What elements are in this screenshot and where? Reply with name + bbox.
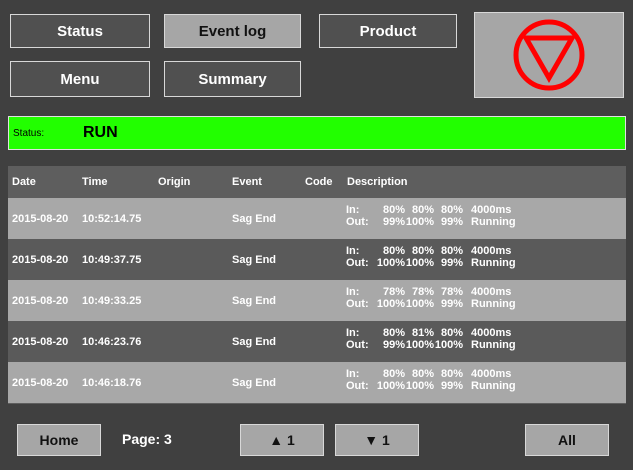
in-phase-1: 80% [382, 368, 405, 380]
row-date: 2015-08-20 [12, 376, 69, 389]
in-duration: 4000ms [471, 368, 512, 380]
in-phase-2: 80% [411, 245, 434, 257]
in-label: In: [346, 245, 360, 257]
out-label: Out: [346, 298, 369, 310]
out-phase-2: 100% [405, 257, 434, 269]
out-phase-2: 100% [405, 339, 434, 351]
in-label: In: [346, 286, 360, 298]
in-duration: 4000ms [471, 245, 512, 257]
out-state: Running [471, 339, 516, 351]
out-state: Running [471, 380, 516, 392]
in-duration: 4000ms [471, 286, 512, 298]
out-phase-2: 100% [405, 380, 434, 392]
stop-triangle-icon [513, 19, 585, 91]
in-label: In: [346, 368, 360, 380]
header-description: Description [347, 176, 408, 188]
row-event: Sag End [232, 212, 277, 225]
row-time: 10:46:18.76 [82, 376, 142, 389]
status-value: RUN [83, 124, 118, 141]
in-duration: 4000ms [471, 327, 512, 339]
table-row[interactable]: 2015-08-20 10:46:18.76 Sag End In: 80% 8… [8, 362, 626, 403]
out-state: Running [471, 216, 516, 228]
out-label: Out: [346, 380, 369, 392]
header-event: Event [232, 176, 262, 188]
page-indicator: Page: 3 [122, 431, 172, 447]
product-button[interactable]: Product [319, 14, 457, 48]
row-date: 2015-08-20 [12, 335, 69, 348]
in-phase-2: 80% [411, 204, 434, 216]
all-button[interactable]: All [525, 424, 609, 456]
out-label: Out: [346, 339, 369, 351]
in-label: In: [346, 327, 360, 339]
table-row[interactable]: 2015-08-20 10:52:14.75 Sag End In: 80% 8… [8, 198, 626, 239]
table-header: Date Time Origin Event Code Description [8, 166, 626, 198]
in-phase-3: 80% [440, 245, 463, 257]
header-time: Time [82, 176, 108, 188]
in-phase-1: 80% [382, 245, 405, 257]
out-phase-2: 100% [405, 298, 434, 310]
row-description: In: 80% 80% 80% 4000ms Out: 100% 100% 99… [346, 245, 541, 269]
status-button[interactable]: Status [10, 14, 150, 48]
menu-button[interactable]: Menu [10, 61, 150, 97]
row-date: 2015-08-20 [12, 294, 69, 307]
out-state: Running [471, 298, 516, 310]
row-event: Sag End [232, 253, 277, 266]
status-bar: Status: RUN [8, 116, 626, 150]
row-description: In: 80% 80% 80% 4000ms Out: 99% 100% 99%… [346, 204, 541, 228]
out-phase-3: 99% [440, 298, 463, 310]
in-phase-3: 80% [440, 368, 463, 380]
in-phase-3: 80% [440, 327, 463, 339]
out-phase-1: 99% [382, 216, 405, 228]
in-phase-2: 78% [411, 286, 434, 298]
in-phase-3: 80% [440, 204, 463, 216]
row-time: 10:46:23.76 [82, 335, 142, 348]
event-table: Date Time Origin Event Code Description … [8, 166, 626, 404]
row-event: Sag End [232, 376, 277, 389]
stop-button[interactable] [474, 12, 624, 98]
out-label: Out: [346, 257, 369, 269]
row-event: Sag End [232, 335, 277, 348]
row-event: Sag End [232, 294, 277, 307]
row-date: 2015-08-20 [12, 253, 69, 266]
event-log-button[interactable]: Event log [164, 14, 301, 48]
in-phase-2: 80% [411, 368, 434, 380]
in-label: In: [346, 204, 360, 216]
table-row[interactable]: 2015-08-20 10:49:37.75 Sag End In: 80% 8… [8, 239, 626, 280]
row-time: 10:49:33.25 [82, 294, 142, 307]
out-phase-1: 100% [376, 257, 405, 269]
home-button[interactable]: Home [17, 424, 101, 456]
header-code: Code [305, 176, 333, 188]
out-phase-3: 100% [434, 339, 463, 351]
in-phase-2: 81% [411, 327, 434, 339]
row-date: 2015-08-20 [12, 212, 69, 225]
summary-button[interactable]: Summary [164, 61, 301, 97]
header-date: Date [12, 176, 36, 188]
in-phase-1: 80% [382, 327, 405, 339]
in-phase-1: 78% [382, 286, 405, 298]
table-row[interactable]: 2015-08-20 10:49:33.25 Sag End In: 78% 7… [8, 280, 626, 321]
out-state: Running [471, 257, 516, 269]
row-time: 10:52:14.75 [82, 212, 142, 225]
row-time: 10:49:37.75 [82, 253, 142, 266]
out-phase-1: 99% [382, 339, 405, 351]
table-row[interactable]: 2015-08-20 10:46:23.76 Sag End In: 80% 8… [8, 321, 626, 362]
row-description: In: 78% 78% 78% 4000ms Out: 100% 100% 99… [346, 286, 541, 310]
out-phase-1: 100% [376, 380, 405, 392]
out-phase-3: 99% [440, 380, 463, 392]
row-description: In: 80% 80% 80% 4000ms Out: 100% 100% 99… [346, 368, 541, 392]
out-phase-1: 100% [376, 298, 405, 310]
out-phase-2: 100% [405, 216, 434, 228]
out-phase-3: 99% [440, 216, 463, 228]
in-phase-3: 78% [440, 286, 463, 298]
row-description: In: 80% 81% 80% 4000ms Out: 99% 100% 100… [346, 327, 541, 351]
status-label: Status: [13, 127, 45, 139]
out-label: Out: [346, 216, 369, 228]
header-origin: Origin [158, 176, 191, 188]
page-up-button[interactable]: ▲ 1 [240, 424, 324, 456]
page-down-button[interactable]: ▼ 1 [335, 424, 419, 456]
out-phase-3: 99% [440, 257, 463, 269]
in-duration: 4000ms [471, 204, 512, 216]
in-phase-1: 80% [382, 204, 405, 216]
